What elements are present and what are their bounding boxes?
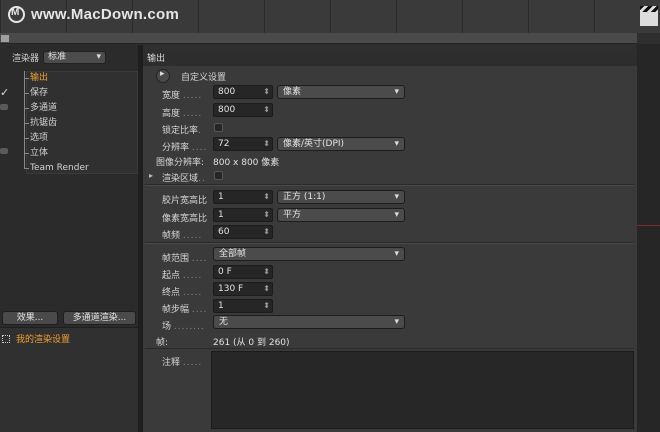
right-edge-panel	[637, 44, 660, 432]
film-aspect-select[interactable]: 正方 (1:1)	[277, 190, 405, 204]
notes-textarea[interactable]	[211, 351, 634, 429]
resolution-unit-select[interactable]: 像素/英寸(DPI)	[277, 137, 405, 151]
expand-arrow-icon[interactable]: ▸	[149, 171, 153, 180]
watermark-text: www.MacDown.com	[31, 6, 180, 23]
frame-rate-field[interactable]: 60	[213, 225, 273, 239]
panel-grip-icon[interactable]	[1, 35, 9, 42]
renderer-row: 渲染器 标准	[12, 51, 107, 64]
frame-range-select[interactable]: 全部帧	[213, 247, 405, 261]
render-region-checkbox[interactable]	[214, 171, 223, 180]
render-region-label: 渲染区域..	[162, 174, 206, 184]
render-setting-item[interactable]: 我的渲染设置	[2, 332, 70, 345]
pixel-aspect-field[interactable]: 1	[213, 208, 273, 222]
start-label: 起点 .....	[162, 271, 203, 281]
end-field[interactable]: 130 F	[213, 282, 273, 296]
resolution-label: 分辨率 ....	[162, 143, 208, 153]
end-label: 终点 .....	[162, 288, 203, 298]
frames-label: 帧:	[156, 338, 169, 348]
output-header: 输出	[143, 53, 637, 66]
renderer-select[interactable]: 标准	[43, 51, 107, 64]
frames-value: 261 (从 0 到 260)	[213, 338, 290, 348]
image-resolution-value: 800 x 800 像素	[213, 158, 280, 168]
tree-item-options[interactable]: 选项	[0, 131, 138, 146]
tree-item-save[interactable]: 保存	[0, 86, 138, 101]
field-label: 场 ........	[162, 322, 205, 332]
resolution-field[interactable]: 72	[213, 137, 273, 151]
render-clapper-icon[interactable]	[640, 6, 658, 26]
panel-title-strip	[0, 33, 637, 44]
lock-ratio-checkbox[interactable]	[214, 123, 223, 132]
settings-tree: 输出 保存 多通道 抗锯齿 选项 立体 Team Render	[0, 71, 138, 176]
lock-ratio-label: 锁定比率.	[162, 126, 202, 136]
image-resolution-label: 图像分辨率:	[156, 158, 205, 168]
preset-label: 自定义设置	[181, 73, 227, 83]
notes-label: 注释 .....	[162, 358, 203, 368]
height-label: 高度 .....	[162, 109, 203, 119]
tree-item-team-render[interactable]: Team Render	[0, 161, 138, 176]
section-divider	[145, 185, 634, 186]
frame-range-label: 帧范围 ....	[162, 254, 208, 264]
pixel-aspect-select[interactable]: 平方	[277, 208, 405, 222]
tree-item-multipass[interactable]: 多通道	[0, 101, 138, 116]
tree-item-antialiasing[interactable]: 抗锯齿	[0, 116, 138, 131]
frame-step-field[interactable]: 1	[213, 299, 273, 313]
film-aspect-field[interactable]: 1	[213, 190, 273, 204]
tree-item-output[interactable]: 输出	[0, 71, 138, 86]
renderer-label: 渲染器	[12, 54, 40, 64]
multipass-render-button[interactable]: 多通道渲染...	[63, 311, 136, 325]
macdown-logo-icon	[8, 6, 25, 23]
render-setting-name[interactable]: 我的渲染设置	[16, 332, 70, 345]
size-unit-select[interactable]: 像素	[277, 85, 405, 99]
timeline-marker-line	[637, 225, 660, 226]
pixel-aspect-label: 像素宽高比	[162, 214, 208, 224]
start-field[interactable]: 0 F	[213, 265, 273, 279]
frame-step-label: 帧步幅 ....	[162, 305, 208, 315]
width-field[interactable]: 800	[213, 85, 273, 99]
film-aspect-label: 胶片宽高比	[162, 196, 208, 206]
width-label: 宽度 .....	[162, 91, 203, 101]
effects-button[interactable]: 效果...	[2, 311, 58, 325]
watermark: www.MacDown.com	[8, 6, 179, 23]
field-select[interactable]: 无	[213, 315, 405, 329]
section-divider	[145, 243, 634, 244]
frame-rate-label: 帧频 .....	[162, 231, 203, 241]
preset-menu-button[interactable]	[156, 69, 170, 83]
height-field[interactable]: 800	[213, 103, 273, 117]
tree-item-stereo[interactable]: 立体	[0, 146, 138, 161]
section-divider	[145, 348, 634, 349]
render-setting-icon	[2, 334, 10, 343]
